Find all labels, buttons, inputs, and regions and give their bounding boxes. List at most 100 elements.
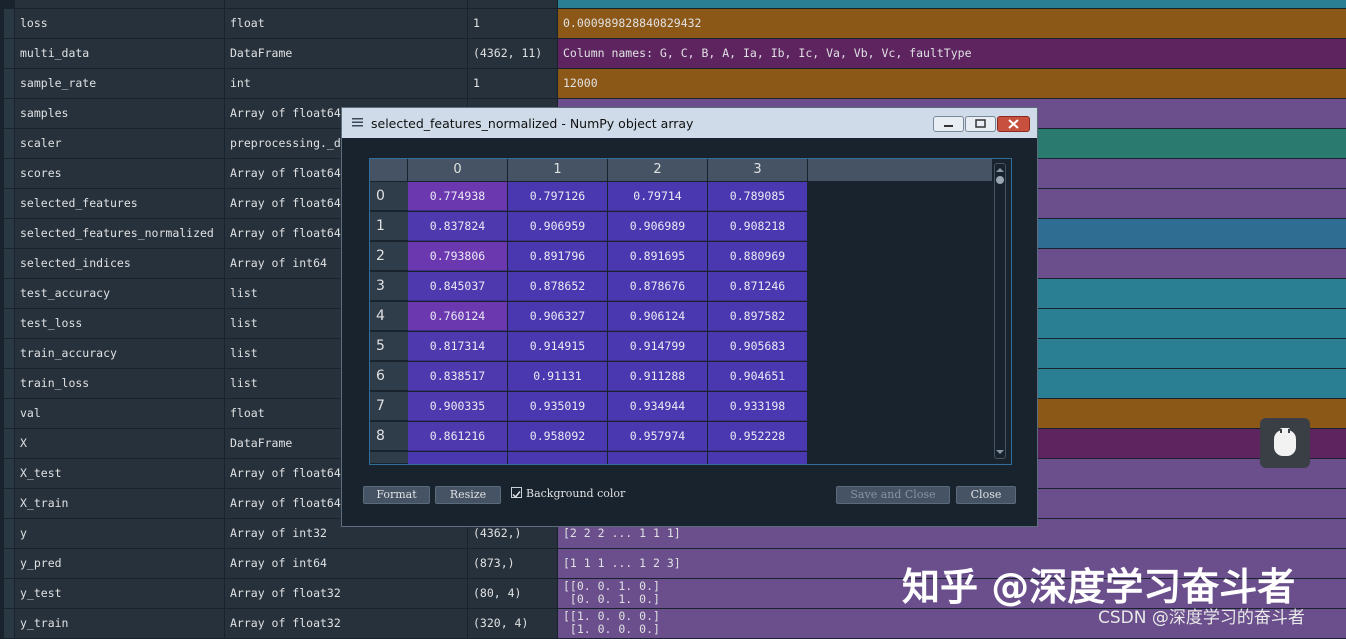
close-button[interactable]: Close	[956, 486, 1016, 504]
minimize-icon	[944, 125, 953, 127]
minimize-button[interactable]	[933, 116, 964, 132]
variable-name: selected_features	[15, 189, 224, 218]
clipboard-icon	[1274, 428, 1296, 456]
corner-header	[370, 159, 408, 181]
grid-cell[interactable]: 0.79714	[608, 182, 707, 211]
grid-cell[interactable]: 0.91131	[508, 362, 607, 391]
grid-cell[interactable]: 0.933198	[708, 392, 807, 421]
grid-cell[interactable]: 0.760124	[408, 302, 507, 331]
variable-name: test_accuracy	[15, 279, 224, 308]
row-header[interactable]: 6	[370, 362, 408, 391]
grid-cell[interactable]: 0.878652	[508, 272, 607, 301]
background-color-checkbox[interactable]	[511, 487, 522, 499]
row-header[interactable]: 8	[370, 422, 408, 451]
row-header[interactable]: 2	[370, 242, 408, 271]
top-row-strip	[0, 0, 1346, 8]
grid-cell[interactable]: 0.838517	[408, 362, 507, 391]
resize-button[interactable]: Resize	[435, 486, 501, 504]
grid-cell[interactable]: 0.905683	[708, 332, 807, 361]
variable-row[interactable]: multi_data DataFrame (4362, 11) Column name…	[0, 39, 1346, 69]
variable-type: Array of float32	[225, 579, 467, 608]
row-header[interactable]: 1	[370, 212, 408, 241]
save-and-close-button[interactable]: Save and Close	[836, 486, 950, 504]
row-header[interactable]: 5	[370, 332, 408, 361]
column-header[interactable]: 1	[508, 159, 608, 181]
grid-cell[interactable]: 0.837824	[408, 212, 507, 241]
grid-cell[interactable]: 0.897582	[708, 302, 807, 331]
array-editor-dialog: selected_features_normalized - NumPy obj…	[341, 107, 1038, 527]
row-header[interactable]: 4	[370, 302, 408, 331]
variable-size: (4362, 11)	[468, 39, 557, 68]
scroll-up-icon	[996, 168, 1004, 172]
background-color-label: Background color	[526, 487, 626, 500]
grid-cell[interactable]: 0.891695	[608, 242, 707, 271]
grid-cell[interactable]: 0.906327	[508, 302, 607, 331]
restore-button[interactable]	[965, 116, 996, 132]
grid-cell[interactable]: 0.906989	[608, 212, 707, 241]
variable-size: (873,)	[468, 549, 557, 578]
grid-cell[interactable]: 0.817314	[408, 332, 507, 361]
dialog-title-bar[interactable]: selected_features_normalized - NumPy obj…	[342, 108, 1037, 138]
format-button[interactable]: Format	[363, 486, 430, 504]
row-gutter	[4, 519, 14, 548]
variable-name: train_loss	[15, 369, 224, 398]
grid-cell-partial	[608, 452, 707, 464]
row-gutter	[4, 399, 14, 428]
grid-cell[interactable]: 0.952228	[708, 422, 807, 451]
grid-cell[interactable]: 0.904651	[708, 362, 807, 391]
grid-cell[interactable]: 0.914799	[608, 332, 707, 361]
grid-cell[interactable]: 0.845037	[408, 272, 507, 301]
grid-cell[interactable]: 0.774938	[408, 182, 507, 211]
grid-cell[interactable]: 0.957974	[608, 422, 707, 451]
grid-cell[interactable]: 0.871246	[708, 272, 807, 301]
grid-cell[interactable]: 0.789085	[708, 182, 807, 211]
grid-cell[interactable]: 0.793806	[408, 242, 507, 271]
variable-value[interactable]: Column names: G, C, B, A, Ia, Ib, Ic, Va…	[558, 39, 1346, 68]
row-header[interactable]: 3	[370, 272, 408, 301]
grid-cell[interactable]: 0.911288	[608, 362, 707, 391]
grid-cell[interactable]: 0.880969	[708, 242, 807, 271]
row-gutter	[4, 279, 14, 308]
grid-cell[interactable]: 0.914915	[508, 332, 607, 361]
variable-name: train_accuracy	[15, 339, 224, 368]
grid-cell[interactable]: 0.934944	[608, 392, 707, 421]
variable-row[interactable]: loss float 1 0.000989828840829432	[0, 9, 1346, 39]
grid-cell[interactable]: 0.878676	[608, 272, 707, 301]
row-header[interactable]: 0	[370, 182, 408, 211]
grid-cell[interactable]: 0.906959	[508, 212, 607, 241]
variable-value[interactable]: 0.000989828840829432	[558, 9, 1346, 38]
row-header[interactable]: 7	[370, 392, 408, 421]
variable-row[interactable]: sample_rate int 1 12000	[0, 69, 1346, 99]
variable-name: y_pred	[15, 549, 224, 578]
grid-cell-partial	[708, 452, 807, 464]
column-header[interactable]: 3	[708, 159, 808, 181]
grid-cell[interactable]: 0.908218	[708, 212, 807, 241]
grid-cell[interactable]: 0.861216	[408, 422, 507, 451]
variable-type: DataFrame	[225, 39, 467, 68]
grid-cell[interactable]: 0.900335	[408, 392, 507, 421]
grid-vertical-scrollbar[interactable]	[994, 163, 1006, 459]
grid-cell[interactable]: 0.906124	[608, 302, 707, 331]
variable-size: 1	[468, 69, 557, 98]
grid-cell[interactable]: 0.797126	[508, 182, 607, 211]
row-gutter	[4, 129, 14, 158]
variable-name: test_loss	[15, 309, 224, 338]
grid-cell-partial	[408, 452, 507, 464]
row-gutter	[4, 369, 14, 398]
row-gutter	[4, 459, 14, 488]
row-gutter	[4, 219, 14, 248]
variable-name: y_test	[15, 579, 224, 608]
variable-value[interactable]: 12000	[558, 69, 1346, 98]
variable-type: int	[225, 69, 467, 98]
variable-type: float	[225, 9, 467, 38]
grid-cell[interactable]: 0.958092	[508, 422, 607, 451]
column-header[interactable]: 2	[608, 159, 708, 181]
grid-cell[interactable]: 0.891796	[508, 242, 607, 271]
array-grid[interactable]: 0123 0 0.774938 0.797126 0.79714 0.789085 1 0.…	[369, 158, 1012, 465]
scroll-handle[interactable]	[996, 176, 1004, 184]
column-header[interactable]: 0	[408, 159, 508, 181]
grid-cell[interactable]: 0.935019	[508, 392, 607, 421]
window-close-button[interactable]	[997, 116, 1030, 132]
variable-size: (80, 4)	[468, 579, 557, 608]
floating-action-button[interactable]	[1260, 418, 1310, 468]
